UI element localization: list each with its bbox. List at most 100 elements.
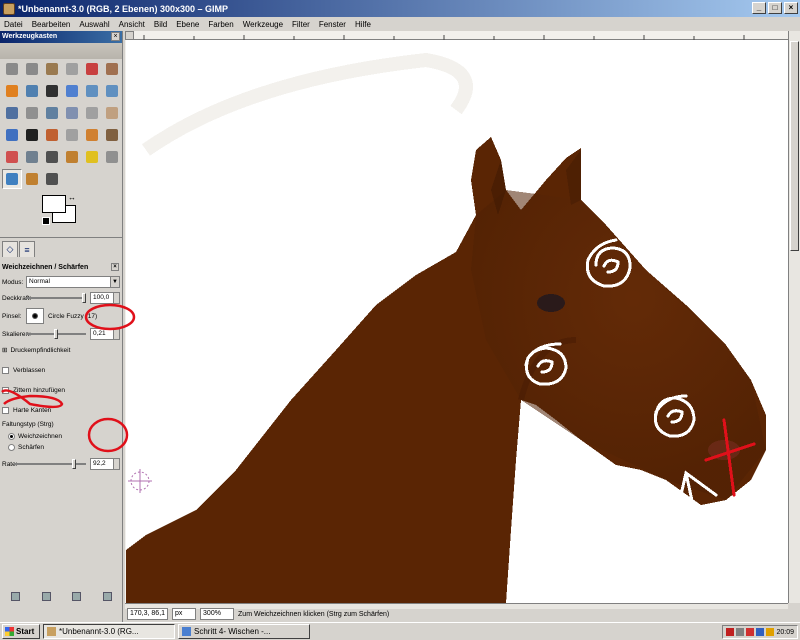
fade-checkbox[interactable] — [2, 366, 9, 374]
spin-arrows-icon[interactable] — [113, 329, 119, 339]
tool-button[interactable] — [62, 103, 82, 123]
spin-arrows-icon[interactable] — [113, 293, 119, 303]
tray-network-icon[interactable] — [756, 628, 765, 636]
hard-edge-row[interactable]: Harte Kanten — [0, 403, 122, 417]
scale-slider-handle[interactable] — [54, 329, 58, 339]
vertical-scrollbar-thumb[interactable] — [790, 41, 799, 251]
tool-button[interactable] — [102, 81, 122, 101]
tray-app-icon[interactable] — [726, 628, 735, 636]
rate-spinbox[interactable]: 92,2 — [90, 458, 120, 470]
tool-button[interactable] — [22, 169, 42, 189]
menu-select[interactable]: Auswahl — [79, 20, 109, 29]
fade-row[interactable]: Verblassen — [0, 363, 122, 377]
toolbox-close-button[interactable]: × — [111, 32, 120, 41]
close-button[interactable]: × — [784, 2, 798, 14]
tool-button[interactable] — [2, 147, 22, 167]
tool-button[interactable] — [62, 59, 82, 79]
menu-view[interactable]: Ansicht — [119, 20, 145, 29]
rate-slider-handle[interactable] — [72, 459, 76, 469]
tool-button[interactable] — [42, 125, 62, 145]
tool-button[interactable] — [62, 125, 82, 145]
tool-button[interactable] — [102, 103, 122, 123]
tray-arrows-icon[interactable] — [736, 628, 745, 636]
tool-button[interactable] — [2, 81, 22, 101]
jitter-checkbox[interactable] — [2, 386, 9, 394]
tool-button[interactable] — [22, 59, 42, 79]
tab-layers[interactable]: ≡ — [19, 241, 35, 257]
tool-button[interactable] — [82, 59, 102, 79]
tool-button[interactable] — [102, 59, 122, 79]
save-options-icon[interactable] — [10, 591, 20, 601]
blur-radio-row[interactable]: Weichzeichnen — [0, 431, 122, 442]
menu-image[interactable]: Bild — [154, 20, 167, 29]
tool-button[interactable] — [62, 81, 82, 101]
tool-button[interactable] — [42, 103, 62, 123]
mode-dropdown[interactable]: Normal ▼ — [26, 276, 120, 288]
zoom-selector[interactable]: 300% — [200, 608, 235, 620]
menu-layer[interactable]: Ebene — [176, 20, 199, 29]
opacity-slider[interactable] — [26, 297, 86, 299]
blur-radio[interactable] — [8, 433, 15, 440]
brush-preview-button[interactable] — [26, 308, 44, 324]
tool-button[interactable] — [22, 147, 42, 167]
tool-button[interactable] — [82, 103, 102, 123]
tool-button[interactable] — [82, 81, 102, 101]
reset-options-icon[interactable] — [103, 591, 113, 601]
restore-options-icon[interactable] — [41, 591, 51, 601]
jitter-row[interactable]: Zittern hinzufügen — [0, 383, 122, 397]
menu-filters[interactable]: Filter — [292, 20, 310, 29]
menu-colors[interactable]: Farben — [208, 20, 233, 29]
tool-options-close[interactable]: × — [111, 263, 119, 271]
delete-options-icon[interactable] — [72, 591, 82, 601]
taskbar-item-gimp[interactable]: *Unbenannt-3.0 (RG... — [43, 624, 175, 639]
tool-button[interactable] — [102, 125, 122, 145]
tool-button[interactable] — [82, 125, 102, 145]
menu-windows[interactable]: Fenster — [319, 20, 346, 29]
tool-button[interactable] — [102, 147, 122, 167]
tray-speaker-icon[interactable] — [766, 628, 775, 636]
unit-selector[interactable]: px — [172, 608, 197, 620]
tool-button[interactable] — [42, 147, 62, 167]
vertical-scrollbar[interactable] — [788, 31, 800, 603]
tool-button[interactable] — [22, 81, 42, 101]
foreground-color-swatch[interactable] — [42, 195, 66, 213]
tool-button[interactable] — [22, 103, 42, 123]
swap-colors-icon[interactable]: ↔ — [68, 193, 76, 202]
sharpen-radio-row[interactable]: Schärfen — [0, 442, 122, 453]
tool-button[interactable] — [42, 81, 62, 101]
ruler-corner[interactable] — [125, 31, 134, 40]
tool-icon — [106, 107, 118, 119]
tool-button[interactable] — [62, 147, 82, 167]
start-button[interactable]: Start — [2, 624, 40, 639]
tool-button[interactable] — [82, 147, 102, 167]
spin-arrows-icon[interactable] — [113, 459, 119, 469]
opacity-slider-handle[interactable] — [82, 293, 86, 303]
window-titlebar: *Unbenannt-3.0 (RGB, 2 Ebenen) 300x300 –… — [0, 0, 800, 17]
tool-button[interactable] — [2, 169, 22, 189]
tool-button[interactable] — [22, 125, 42, 145]
system-tray: 20:09 — [722, 625, 798, 639]
scale-spinbox[interactable]: 0,21 — [90, 328, 120, 340]
sharpen-radio[interactable] — [8, 444, 15, 451]
tab-tool-options[interactable]: ◇ — [2, 241, 18, 257]
menu-edit[interactable]: Bearbeiten — [32, 20, 71, 29]
hard-edge-checkbox[interactable] — [2, 406, 9, 414]
taskbar-item-browser[interactable]: Schritt 4- Wischen -... — [178, 624, 310, 639]
menu-tools[interactable]: Werkzeuge — [243, 20, 283, 29]
maximize-button[interactable]: □ — [768, 2, 782, 14]
menu-help[interactable]: Hilfe — [355, 20, 371, 29]
tray-security-icon[interactable] — [746, 628, 755, 636]
expander-icon[interactable]: ⊞ — [2, 346, 7, 354]
image-canvas[interactable] — [126, 40, 788, 603]
tool-button[interactable] — [42, 169, 62, 189]
opacity-spinbox[interactable]: 100,0 — [90, 292, 120, 304]
pressure-row[interactable]: ⊞ Druckempfindlichkeit — [0, 343, 122, 357]
tool-button[interactable] — [42, 59, 62, 79]
tool-button[interactable] — [2, 125, 22, 145]
horizontal-ruler[interactable] — [134, 31, 788, 40]
tool-button[interactable] — [2, 103, 22, 123]
default-colors-icon[interactable] — [42, 217, 50, 225]
menu-file[interactable]: Datei — [4, 20, 23, 29]
minimize-button[interactable]: _ — [752, 2, 766, 14]
tool-button[interactable] — [2, 59, 22, 79]
